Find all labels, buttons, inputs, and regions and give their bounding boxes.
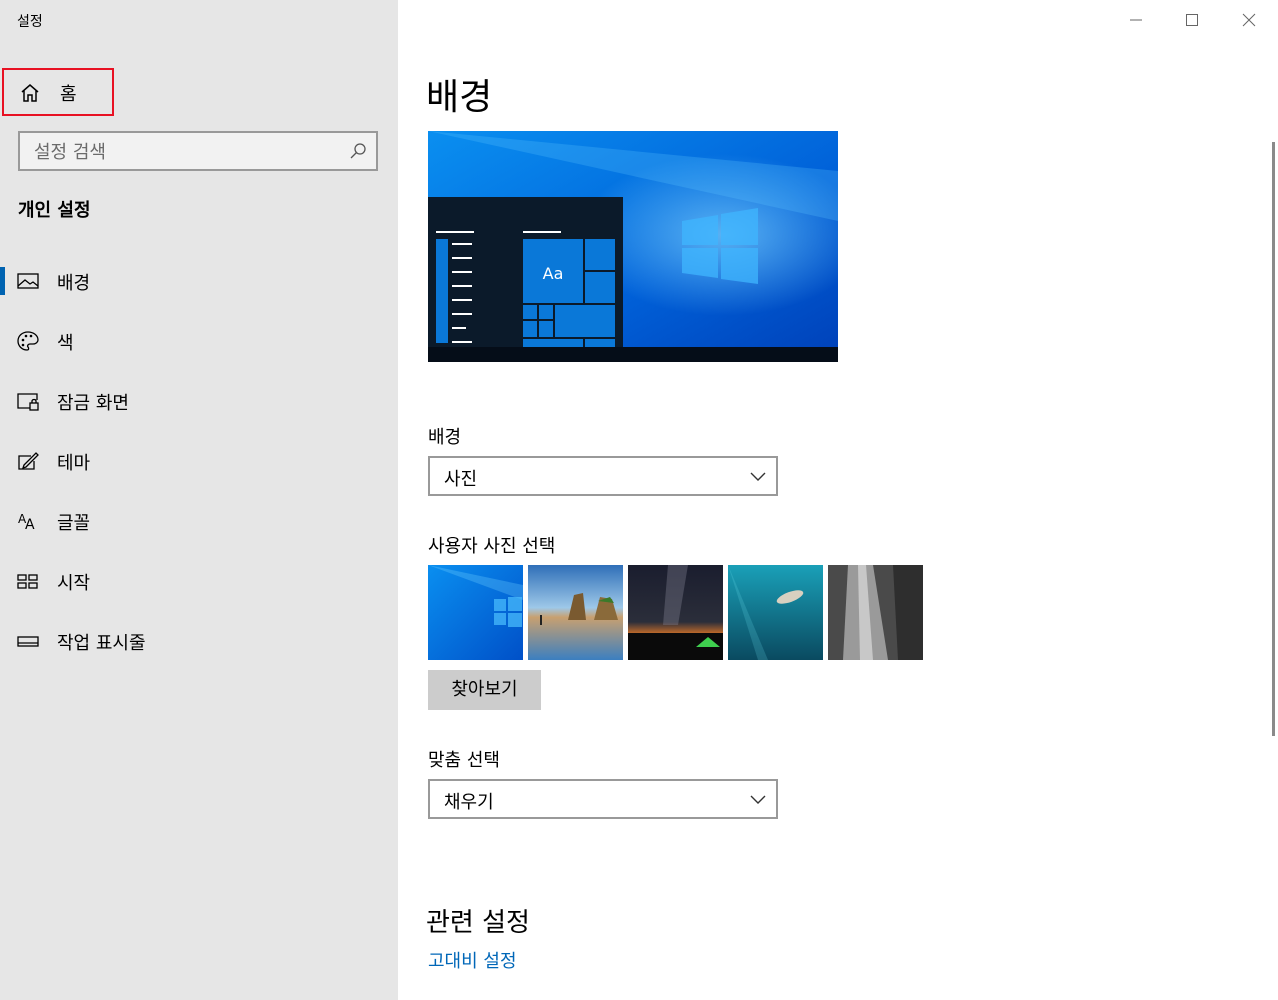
search-input[interactable] xyxy=(32,139,336,165)
search-box[interactable] xyxy=(18,131,378,171)
preview-tile-text: Aa xyxy=(543,264,564,283)
selected-marker xyxy=(0,267,5,295)
sidebar-item-color[interactable]: 색 xyxy=(0,317,398,365)
high-contrast-link[interactable]: 고대비 설정 xyxy=(428,947,517,973)
fit-dropdown[interactable]: 채우기 xyxy=(428,779,778,819)
app-title: 설정 xyxy=(17,14,43,30)
maximize-button[interactable] xyxy=(1182,10,1202,30)
choose-picture-label: 사용자 사진 선택 xyxy=(428,536,556,557)
sidebar-item-label: 시작 xyxy=(57,573,91,594)
background-preview: Aa xyxy=(428,131,838,362)
related-settings-title: 관련 설정 xyxy=(426,908,530,938)
taskbar-icon xyxy=(17,636,39,647)
chevron-down-icon xyxy=(750,795,766,804)
sidebar-item-label: 테마 xyxy=(57,453,91,474)
palette-icon xyxy=(17,331,39,351)
background-dropdown-value: 사진 xyxy=(444,469,478,490)
minimize-button[interactable] xyxy=(1126,10,1146,30)
scrollbar[interactable] xyxy=(1272,142,1275,736)
picture-thumbnail-cliff[interactable] xyxy=(828,565,923,660)
start-icon xyxy=(17,574,38,589)
sidebar-item-label: 배경 xyxy=(57,273,91,294)
close-button[interactable] xyxy=(1239,10,1259,30)
sidebar-item-fonts[interactable]: A A 글꼴 xyxy=(0,497,398,545)
chevron-down-icon xyxy=(750,472,766,481)
svg-text:A: A xyxy=(25,517,35,531)
sidebar-item-label: 잠금 화면 xyxy=(57,393,129,414)
theme-brush-icon xyxy=(18,452,39,470)
search-icon[interactable] xyxy=(349,142,367,160)
home-button[interactable]: 홈 xyxy=(2,68,114,116)
sidebar-item-lock-screen[interactable]: 잠금 화면 xyxy=(0,377,398,425)
picture-thumbnail-windows[interactable] xyxy=(428,565,523,660)
sidebar-item-background[interactable]: 배경 xyxy=(0,257,398,305)
page-title: 배경 xyxy=(426,77,493,118)
home-icon xyxy=(21,84,39,102)
fit-dropdown-value: 채우기 xyxy=(444,792,494,813)
section-title: 개인 설정 xyxy=(18,200,91,221)
background-dropdown[interactable]: 사진 xyxy=(428,456,778,496)
sidebar-item-themes[interactable]: 테마 xyxy=(0,437,398,485)
sidebar-item-label: 글꼴 xyxy=(57,513,91,534)
picture-icon xyxy=(17,273,39,289)
home-label: 홈 xyxy=(60,84,77,105)
background-label: 배경 xyxy=(428,427,462,448)
fit-label: 맞춤 선택 xyxy=(428,750,500,771)
picture-thumbnail-beach[interactable] xyxy=(528,565,623,660)
lock-screen-icon xyxy=(17,393,39,411)
sidebar-item-label: 색 xyxy=(57,333,74,354)
sidebar: 설정 홈 개인 설정 배경 색 xyxy=(0,0,398,1000)
picture-thumbnail-underwater[interactable] xyxy=(728,565,823,660)
sidebar-item-label: 작업 표시줄 xyxy=(57,633,146,654)
sidebar-item-taskbar[interactable]: 작업 표시줄 xyxy=(0,617,398,665)
sidebar-item-start[interactable]: 시작 xyxy=(0,557,398,605)
font-icon: A A xyxy=(18,512,35,531)
picture-thumbnail-night-sky[interactable] xyxy=(628,565,723,660)
browse-button[interactable]: 찾아보기 xyxy=(428,670,541,710)
